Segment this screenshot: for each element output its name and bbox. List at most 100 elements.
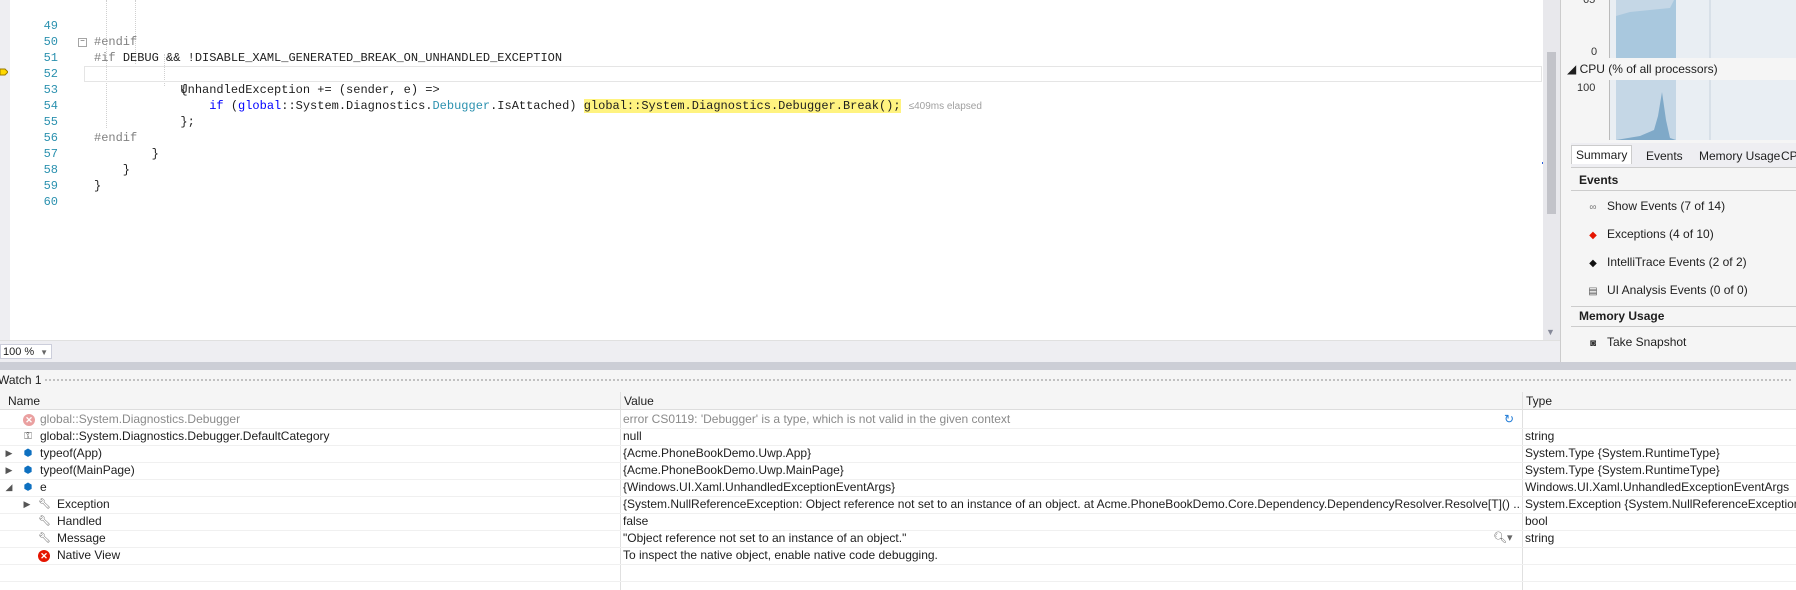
chevron-down-icon: ▼ [40,348,48,357]
watch-value[interactable]: "Object reference not set to an instance… [623,530,1521,547]
property-lock-icon: ⚿ [24,431,32,442]
column-header-type[interactable]: Type [1523,392,1796,410]
column-header-value[interactable]: Value [621,392,1523,410]
watch-name[interactable]: Native View [57,547,677,564]
collapse-toggle-icon[interactable]: − [78,38,87,47]
watch-type: string [1525,429,1555,443]
ui-analysis-icon: ▤ [1588,286,1598,297]
title-grip [44,378,1792,383]
graph2-tick-top: 100 [1577,82,1596,94]
watch-name[interactable]: typeof(MainPage) [40,462,660,479]
object-cube-icon: ⬢ [23,448,33,459]
watch-name[interactable]: global::System.Diagnostics.Debugger [40,411,660,428]
watch-value[interactable]: {Windows.UI.Xaml.UnhandledExceptionEvent… [623,479,1521,496]
watch-name[interactable]: Message [57,530,677,547]
watch-type: string [1525,531,1555,545]
cpu-graph-title[interactable]: ◢ CPU (% of all processors) [1567,62,1718,76]
code-line: 49 #endif [10,2,1540,49]
current-code-line: 53 if (global::System.Diagnostics.Debugg… [10,66,1540,113]
exceptions-link[interactable]: ◆ Exceptions (4 of 10) [1587,226,1714,242]
watch-type: System.Type {System.RuntimeType} [1525,463,1720,477]
watch-name[interactable]: e [40,479,660,496]
watch-row[interactable]: ▶ ⬢ typeof(MainPage) {Acme.PhoneBookDemo… [0,462,1796,480]
cpu-graph[interactable] [1609,80,1796,140]
text-visualizer-icon[interactable]: 🔍︎▾ [1493,530,1513,547]
property-wrench-icon: 🔧︎ [38,516,51,527]
watch-type: Windows.UI.Xaml.UnhandledExceptionEventA… [1525,480,1790,494]
window-splitter[interactable] [0,362,1796,370]
watch-name[interactable]: Exception [57,496,677,513]
watch-row[interactable]: ✕ global::System.Diagnostics.Debugger er… [0,411,1796,429]
watch-row[interactable]: ◢ ⬢ e {Windows.UI.Xaml.UnhandledExceptio… [0,479,1796,497]
code-editor[interactable]: 49 #endif 50 #if DEBUG && !DISABLE_XAML_… [0,0,1560,352]
watch-row[interactable]: 🔧︎ Handled false bool [0,513,1796,531]
divider [1571,306,1796,307]
tab-events[interactable]: Events [1646,147,1683,165]
property-wrench-icon: 🔧︎ [38,499,51,510]
glyph-margin [0,0,10,340]
code-line: 58 } [10,146,1540,193]
watch-row[interactable]: ✕ Native View To inspect the native obje… [0,547,1796,565]
camera-icon: ◙ [1589,338,1597,349]
ui-analysis-events-link[interactable]: ▤ UI Analysis Events (0 of 0) [1587,282,1747,298]
code-line: 60 [10,178,1540,209]
memory-usage-heading: Memory Usage [1579,309,1665,323]
watch-row[interactable]: 🔧︎ Message "Object reference not set to … [0,530,1796,548]
watch-title: Watch 1 [0,373,42,387]
divider [1571,326,1796,327]
watch-row-empty[interactable] [0,564,1796,582]
watch-value[interactable]: error CS0119: 'Debugger' is a type, whic… [623,411,1521,428]
tab-cpu[interactable]: CP [1781,147,1796,165]
graph1-tick-bottom: 0 [1591,46,1598,58]
code-line: 55 #endif [10,98,1540,145]
scrollbar-thumb[interactable] [1547,52,1556,214]
expand-arrow-icon[interactable]: ▶ [4,462,14,479]
error-icon: ✕ [38,550,50,562]
watch-type: System.Exception {System.NullReferenceEx… [1525,497,1796,511]
intellitrace-events-link[interactable]: ◆ IntelliTrace Events (2 of 2) [1587,254,1746,270]
watch-name[interactable]: Handled [57,513,677,530]
line-number: 60 [43,195,58,209]
divider [1571,190,1796,191]
memory-graph[interactable] [1609,0,1796,58]
events-heading: Events [1579,173,1619,187]
show-events-icon: ∞ [1589,202,1597,213]
watch-row[interactable]: ⚿ global::System.Diagnostics.Debugger.De… [0,428,1796,446]
expand-arrow-icon[interactable]: ▶ [4,445,14,462]
collapse-arrow-icon[interactable]: ◢ [4,479,14,496]
watch-value[interactable]: false [623,513,1521,530]
cpu-graph-plot [1616,80,1711,140]
watch-value[interactable]: {System.NullReferenceException: Object r… [623,496,1521,513]
refresh-icon[interactable]: ↻ [1504,411,1514,428]
watch-grid[interactable]: Name Value Type ✕ global::System.Diagnos… [0,392,1796,590]
watch-value[interactable]: To inspect the native object, enable nat… [623,547,1521,564]
watch-value[interactable]: null [623,428,1521,445]
watch-value[interactable]: {Acme.PhoneBookDemo.Uwp.MainPage} [623,462,1521,479]
zoom-level-dropdown[interactable]: 100 % ▼ [0,344,52,359]
tab-summary[interactable]: Summary [1571,145,1633,164]
watch-value[interactable]: {Acme.PhoneBookDemo.Uwp.App} [623,445,1521,462]
watch-row[interactable]: ▶ ⬢ typeof(App) {Acme.PhoneBookDemo.Uwp.… [0,445,1796,463]
show-events-link[interactable]: ∞ Show Events (7 of 14) [1587,198,1725,214]
watch-type: bool [1525,514,1548,528]
scroll-down-arrow-icon[interactable]: ▼ [1546,327,1555,337]
tab-memory-usage[interactable]: Memory Usage [1699,147,1780,165]
watch-name[interactable]: typeof(App) [40,445,660,462]
object-cube-icon: ⬢ [23,482,33,493]
code-line: 54 }; [10,82,1540,129]
watch-title-bar[interactable]: Watch 1 [0,370,1796,390]
intellitrace-diamond-icon: ◆ [1589,258,1597,269]
code-line: 52 { [10,50,1540,97]
code-line: 56 } [10,114,1540,161]
expand-arrow-icon[interactable]: ▶ [22,496,32,513]
code-line: 57 } [10,130,1540,177]
watch-window: Watch 1 Name Value Type ✕ global::System… [0,370,1796,590]
code-line: 50 #if DEBUG && !DISABLE_XAML_GENERATED_… [10,18,1540,65]
watch-type: System.Type {System.RuntimeType} [1525,446,1720,460]
watch-name[interactable]: global::System.Diagnostics.Debugger.Defa… [40,428,660,445]
watch-row[interactable]: ▶ 🔧︎ Exception {System.NullReferenceExce… [0,496,1796,514]
take-snapshot-button[interactable]: ◙ Take Snapshot [1587,334,1686,350]
editor-vertical-scrollbar[interactable]: ▼ [1543,0,1560,340]
column-header-name[interactable]: Name [0,392,620,410]
memory-graph-plot [1616,0,1711,58]
